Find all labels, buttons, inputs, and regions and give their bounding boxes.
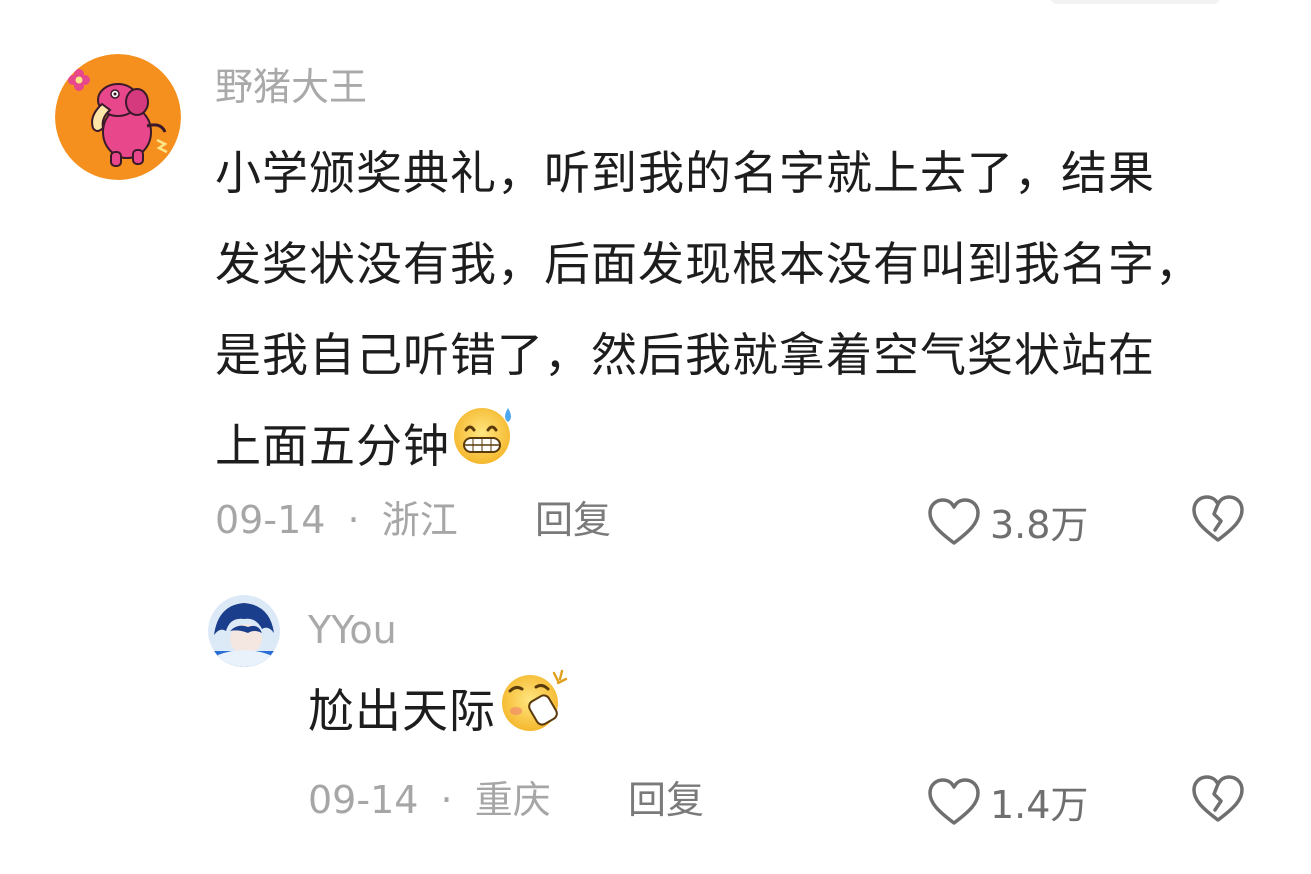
comment-date: 09-14: [215, 498, 326, 542]
comment-text-line: 发奖状没有我，后面发现根本没有叫到我名字，: [215, 237, 1202, 291]
comment-date: 09-14: [308, 778, 419, 822]
grin-sweat-emoji: [450, 404, 520, 496]
broken-heart-icon: [1192, 775, 1244, 822]
comment-item: 野猪大王 小学颁奖典礼，听到我的名字就上去了，结果 发奖状没有我，后面发现根本没…: [0, 0, 1311, 570]
comment-location: 重庆: [474, 778, 551, 822]
embarrassed-emoji: [496, 667, 568, 763]
username[interactable]: 野猪大王: [215, 64, 367, 110]
comment-text-line: 上面五分钟: [215, 419, 450, 473]
comment-text: 小学颁奖典礼，听到我的名字就上去了，结果 发奖状没有我，后面发现根本没有叫到我名…: [215, 128, 1295, 496]
comment-text-line: 尬出天际: [308, 684, 496, 738]
comment-text-line: 小学颁奖典礼，听到我的名字就上去了，结果: [215, 146, 1155, 200]
avatar[interactable]: [55, 54, 181, 180]
username[interactable]: YYou: [308, 607, 397, 653]
comment-meta: 09-14 · 浙江: [215, 497, 458, 543]
reply-comment-item: YYou 尬出天际 09-14 · 重庆 回复 1.4万: [0, 570, 1311, 874]
comment-location: 浙江: [381, 498, 458, 542]
meta-separator: ·: [347, 498, 360, 542]
anime-boy-avatar: [208, 595, 280, 667]
meta-separator: ·: [440, 778, 453, 822]
like-count: 1.4万: [990, 783, 1089, 827]
like-button[interactable]: 1.4万: [926, 774, 1088, 829]
dislike-button[interactable]: [1190, 494, 1246, 548]
comment-text-line-last: 上面五分钟: [215, 401, 1295, 496]
reply-button[interactable]: 回复: [628, 777, 704, 823]
like-button[interactable]: 3.8万: [926, 494, 1088, 549]
dislike-button[interactable]: [1190, 774, 1246, 828]
comment-text: 尬出天际: [308, 666, 1208, 763]
avatar[interactable]: [208, 595, 280, 667]
reply-button[interactable]: 回复: [535, 497, 611, 543]
heart-outline-icon: [928, 497, 980, 545]
pink-elephant-avatar: [55, 54, 181, 180]
heart-outline-icon: [928, 777, 980, 825]
like-count: 3.8万: [990, 503, 1089, 547]
broken-heart-icon: [1192, 495, 1244, 542]
comment-text-line: 是我自己听错了，然后我就拿着空气奖状站在: [215, 328, 1155, 382]
comment-meta: 09-14 · 重庆: [308, 777, 551, 823]
